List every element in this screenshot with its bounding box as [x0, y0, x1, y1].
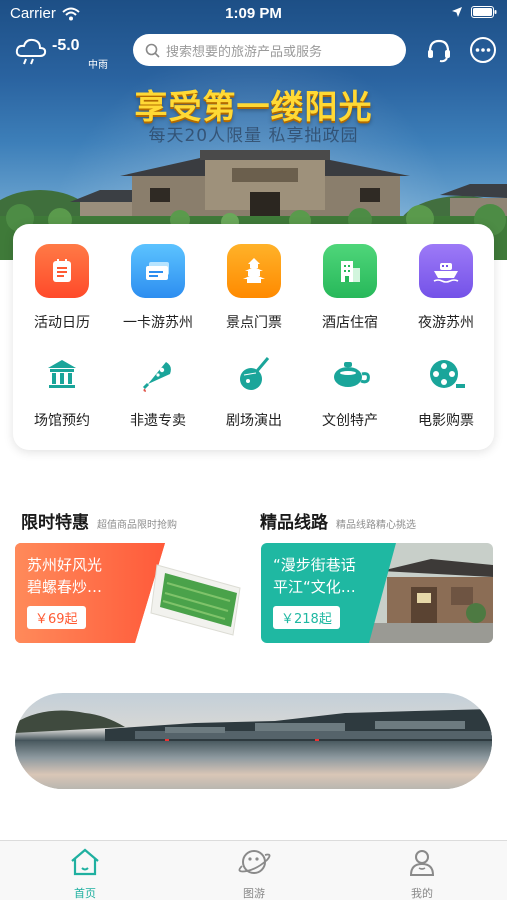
routes-title: 精品线路: [260, 513, 328, 533]
lake-town-image: [15, 709, 492, 789]
route-price: ￥218起: [273, 606, 340, 629]
calendar-icon: [35, 244, 89, 298]
weather-condition: 中雨: [88, 60, 108, 71]
planet-icon: [238, 850, 271, 874]
route-card[interactable]: “漫步街巷话 平江“文化… ￥218起: [261, 543, 493, 643]
route-line1: “漫步街巷话: [273, 556, 356, 574]
flash-sale-subtitle: 超值商品限时抢购: [97, 520, 177, 531]
flash-sale-line1: 苏州好风光: [27, 556, 103, 574]
category-heritage-shop[interactable]: 非遗专卖: [110, 352, 206, 430]
rain-cloud-icon: [15, 38, 47, 65]
category-label: 活动日历: [34, 315, 90, 331]
status-bar: Carrier 1:09 PM: [0, 0, 507, 28]
home-icon: [71, 848, 99, 876]
tab-map-tour[interactable]: 图游: [214, 847, 294, 900]
temperature: -5.0: [52, 37, 80, 54]
fan-icon: [131, 352, 185, 396]
category-activity-calendar[interactable]: 活动日历: [14, 244, 110, 332]
category-suzhou-card[interactable]: 一卡游苏州: [110, 244, 206, 332]
tab-label: 首页: [74, 887, 96, 900]
more-dots-icon: [470, 37, 496, 63]
museum-icon: [35, 352, 89, 396]
lake-scenery-banner[interactable]: [15, 693, 492, 789]
category-label: 文创特产: [322, 413, 378, 429]
film-reel-icon: [419, 352, 473, 396]
category-theater[interactable]: 剧场演出: [206, 352, 302, 430]
category-grid: 活动日历 一卡游苏州 景点门票 酒店住宿 夜游苏州 场馆预约 非遗专卖 剧场演出…: [13, 224, 494, 450]
location-arrow-icon: [452, 7, 462, 17]
category-label: 景点门票: [226, 315, 282, 331]
flash-sale-card[interactable]: 苏州好风光 碧螺春炒… ￥69起: [15, 543, 247, 643]
search-placeholder: 搜索想要的旅游产品或服务: [166, 44, 323, 60]
routes-header[interactable]: 精品线路 精品线路精心挑选: [260, 508, 416, 533]
category-label: 夜游苏州: [418, 315, 474, 331]
category-label: 酒店住宿: [322, 315, 378, 331]
category-tickets[interactable]: 景点门票: [206, 244, 302, 332]
status-right: [451, 6, 497, 18]
tab-profile[interactable]: 我的: [382, 847, 462, 900]
battery-icon: [471, 6, 497, 18]
category-card: 活动日历 一卡游苏州 景点门票 酒店住宿 夜游苏州 场馆预约 非遗专卖 剧场演出…: [13, 224, 494, 450]
customer-service-icon: [428, 39, 450, 63]
search-icon: [145, 43, 160, 58]
customer-service-button[interactable]: [425, 36, 453, 64]
flash-sale-title: 限时特惠: [21, 513, 89, 533]
flash-sale-line2: 碧螺春炒…: [27, 578, 103, 596]
teapot-icon: [323, 352, 377, 396]
pagoda-icon: [227, 244, 281, 298]
flash-sale-price: ￥69起: [27, 606, 86, 629]
weather-widget[interactable]: -5.0 中雨: [14, 36, 124, 71]
category-hotel[interactable]: 酒店住宿: [302, 244, 398, 332]
flash-sale-header[interactable]: 限时特惠 超值商品限时抢购: [21, 508, 177, 533]
card-icon: [131, 244, 185, 298]
category-label: 场馆预约: [34, 413, 90, 429]
more-button[interactable]: [469, 36, 497, 64]
category-label: 剧场演出: [226, 413, 282, 429]
boat-icon: [419, 244, 473, 298]
pipa-icon: [227, 352, 281, 396]
tab-label: 我的: [411, 887, 433, 900]
flash-sale-text: 苏州好风光 碧螺春炒…: [27, 554, 147, 598]
category-venue-booking[interactable]: 场馆预约: [14, 352, 110, 430]
category-creative-goods[interactable]: 文创特产: [302, 352, 398, 430]
route-line2: 平江“文化…: [273, 578, 356, 596]
hotel-icon: [323, 244, 377, 298]
bottom-tab-bar: 首页 图游 我的: [0, 840, 507, 900]
category-movie-tickets[interactable]: 电影购票: [398, 352, 494, 430]
clock: 1:09 PM: [225, 5, 282, 22]
category-label: 电影购票: [418, 413, 474, 429]
routes-subtitle: 精品线路精心挑选: [336, 520, 416, 531]
search-bar[interactable]: 搜索想要的旅游产品或服务: [133, 34, 406, 66]
category-label: 一卡游苏州: [123, 315, 193, 331]
category-night-tour[interactable]: 夜游苏州: [398, 244, 494, 332]
category-label: 非遗专卖: [130, 413, 186, 429]
user-icon: [409, 850, 435, 876]
tab-home[interactable]: 首页: [45, 847, 125, 900]
route-text: “漫步街巷话 平江“文化…: [273, 554, 393, 598]
tab-label: 图游: [243, 887, 265, 900]
banner-subtitle: 每天20人限量 私享拙政园: [148, 126, 359, 146]
